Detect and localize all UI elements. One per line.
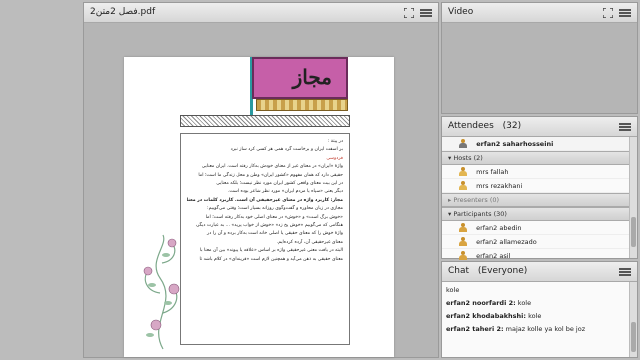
current-user-row[interactable]: erfan2 saharhosseini — [442, 137, 637, 151]
chat-message: erfan2 khodabakhshi: kole — [446, 311, 633, 321]
document-line: «خوش برگ است» و «خوش» در معنای اصلی خود … — [205, 214, 343, 220]
host-icon — [458, 181, 468, 191]
attendee-row[interactable]: mrs rezakhani — [442, 179, 637, 193]
document-line: دیگر یعنی «سپاه یا مردم ایران» مورد نظر … — [227, 189, 343, 195]
document-text: در پیتة : بر اسفت ایران و برخاست گرد همی … — [180, 133, 350, 345]
chat-text: kole — [517, 299, 532, 307]
fullscreen-icon[interactable] — [603, 7, 613, 18]
attendee-row[interactable]: erfan2 allamezado — [442, 235, 637, 249]
video-content — [442, 23, 637, 113]
video-pod-header: Video — [442, 3, 637, 23]
chat-pod: Chat (Everyone) kole erfan2 noorfardi 2:… — [441, 261, 638, 358]
striped-band — [180, 115, 350, 127]
attendees-title: Attendees — [448, 121, 494, 131]
person-icon — [458, 251, 468, 261]
chat-title: Chat — [448, 266, 470, 276]
document-line: واژهٔ خوش را که معنای حقیقی یا اصلی خانه… — [206, 231, 343, 237]
participants-label: Participants (30) — [453, 210, 507, 218]
attendee-row[interactable]: mrs fallah — [442, 165, 637, 179]
presenters-section[interactable]: ▸ Presenters (0) — [442, 193, 637, 207]
person-icon — [458, 237, 468, 247]
document-line: هنگامی که می‌گوییم «خوش پخ زد» «خوش از خ… — [195, 223, 343, 229]
document-line: مجاز: کاربرد واژه در معنای غیرحقیقی آن ا… — [187, 197, 343, 203]
person-icon — [458, 139, 468, 149]
attendee-name: mrs rezakhani — [476, 182, 523, 190]
document-line: معنای حقیقی به ذهن می‌آید و همچنین لازم … — [199, 256, 343, 262]
document-line: حقیقی دارد که همان مفهوم «کشور ایران» وط… — [198, 172, 343, 178]
presenters-label: Presenters (0) — [453, 196, 500, 204]
share-pod-header: 2فصل 2متن.pdf — [84, 3, 438, 23]
scroll-thumb[interactable] — [631, 322, 636, 352]
host-icon — [458, 167, 468, 177]
chat-scrollbar[interactable] — [629, 282, 637, 357]
attendee-name: erfan2 allamezado — [476, 238, 537, 246]
document-page[interactable]: مجاز در پیتة: بر اسفت ایران و برخاست گر… — [124, 57, 394, 357]
chat-message: erfan2 noorfardi 2: kole — [446, 298, 633, 308]
menu-icon[interactable] — [619, 267, 631, 276]
attendees-count: (32) — [502, 121, 522, 131]
document-line: مجازی در زبان محاوره و گفت‌وگوی روزانه ب… — [207, 206, 343, 212]
document-line: البته در یافت معنی غیرحقیقی واژه بر اساس… — [199, 248, 343, 254]
title-plate: مجاز — [252, 57, 348, 99]
chat-author: erfan2 noorfardi 2: — [446, 299, 516, 307]
chat-author: erfan2 taheri 2: — [446, 325, 504, 333]
chat-text: majaz kolle ya kol be joz — [505, 325, 586, 333]
document-line: بر اسفت ایران و برخاست گرد همی هر کسی کر… — [230, 147, 343, 153]
share-pod-title: 2فصل 2متن.pdf — [90, 7, 156, 17]
chat-message: erfan2 taheri 2: majaz kolle ya kol be j… — [446, 324, 633, 334]
chat-scope[interactable]: (Everyone) — [478, 266, 527, 276]
attendees-scrollbar[interactable] — [629, 137, 637, 258]
menu-icon[interactable] — [619, 8, 631, 17]
current-user-name: erfan2 saharhosseini — [476, 140, 554, 148]
fullscreen-icon[interactable] — [404, 7, 414, 18]
menu-icon[interactable] — [619, 122, 631, 131]
scroll-thumb[interactable] — [631, 217, 636, 247]
document-line: واژهٔ «ایران» در معنای غیر از معنای خودش… — [201, 164, 343, 170]
document-line: معنای غیرحقیقی آن، آرده کرده‌ایم. — [276, 239, 343, 245]
video-pod: Video — [441, 2, 638, 114]
page-title: مجاز — [292, 65, 332, 89]
document-line: در پیتة : — [327, 139, 343, 144]
hosts-label: Hosts (2) — [453, 154, 483, 162]
attendees-list: erfan2 saharhosseini ▾ Hosts (2) mrs fal… — [442, 137, 637, 263]
attendee-name: mrs fallah — [476, 168, 509, 176]
attendee-name: erfan2 abedin — [476, 224, 522, 232]
chat-pod-header: Chat (Everyone) — [442, 262, 637, 282]
chat-text: kole — [446, 286, 460, 294]
attendee-name: erfan2 asil — [476, 252, 511, 260]
chat-message: kole — [446, 285, 633, 295]
share-content: مجاز در پیتة: بر اسفت ایران و برخاست گر… — [84, 23, 438, 357]
participants-section[interactable]: ▾ Participants (30) — [442, 207, 637, 221]
attendees-pod: Attendees (32) erfan2 saharhosseini ▾ Ho… — [441, 116, 638, 263]
document-line: فردوسی — [326, 155, 343, 161]
video-pod-title: Video — [448, 7, 474, 17]
person-icon — [458, 223, 468, 233]
gold-ornament-band — [256, 99, 348, 111]
chat-text: kole — [528, 312, 542, 320]
attendee-row[interactable]: erfan2 abedin — [442, 221, 637, 235]
chat-messages: kole erfan2 noorfardi 2: kole erfan2 kho… — [442, 282, 637, 357]
share-pod: 2فصل 2متن.pdf مجاز در پیتة: بر اسفت ایر… — [83, 2, 439, 358]
menu-icon[interactable] — [420, 8, 432, 17]
document-line: در این بیت معنای واقعی کشور ایران مورد ن… — [216, 181, 343, 187]
hosts-section[interactable]: ▾ Hosts (2) — [442, 151, 637, 165]
attendees-pod-header: Attendees (32) — [442, 117, 637, 137]
chat-author: erfan2 khodabakhshi: — [446, 312, 527, 320]
